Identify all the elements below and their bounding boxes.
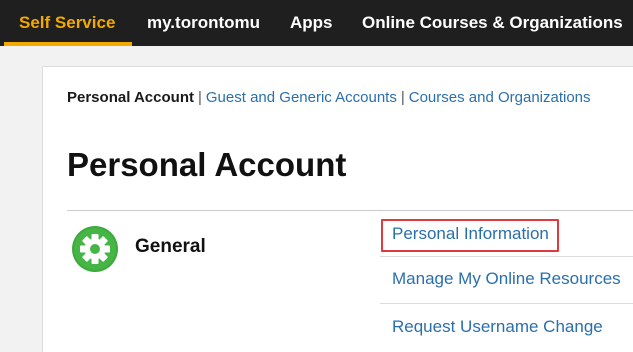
breadcrumb-link-guest-generic-accounts[interactable]: Guest and Generic Accounts: [206, 89, 397, 106]
breadcrumb-link-courses-organizations[interactable]: Courses and Organizations: [409, 89, 591, 106]
section-divider: [67, 210, 633, 211]
request-username-change-link[interactable]: Request Username Change: [392, 317, 603, 337]
nav-item-self-service[interactable]: Self Service: [19, 0, 115, 46]
breadcrumb: Personal Account | Guest and Generic Accou…: [67, 89, 591, 106]
page-title: Personal Account: [67, 146, 347, 183]
section-label-general: General: [135, 236, 206, 257]
highlight-box: [381, 219, 559, 252]
breadcrumb-separator: |: [400, 89, 405, 106]
list-divider: [380, 303, 633, 304]
list-item: Request Username Change: [380, 305, 633, 352]
list-item: Manage My Online Resources: [380, 257, 633, 304]
nav-item-apps[interactable]: Apps: [290, 0, 333, 46]
nav-item-online-courses-organizations[interactable]: Online Courses & Organizations: [362, 0, 623, 46]
active-tab-indicator: [4, 42, 132, 46]
breadcrumb-current: Personal Account: [67, 89, 194, 106]
nav-item-my-torontomu[interactable]: my.torontomu: [147, 0, 260, 46]
breadcrumb-separator: |: [197, 89, 202, 106]
gear-icon: [71, 225, 119, 273]
top-navigation-bar: Self Service my.torontomu Apps Online Co…: [0, 0, 633, 46]
manage-online-resources-link[interactable]: Manage My Online Resources: [392, 269, 621, 289]
